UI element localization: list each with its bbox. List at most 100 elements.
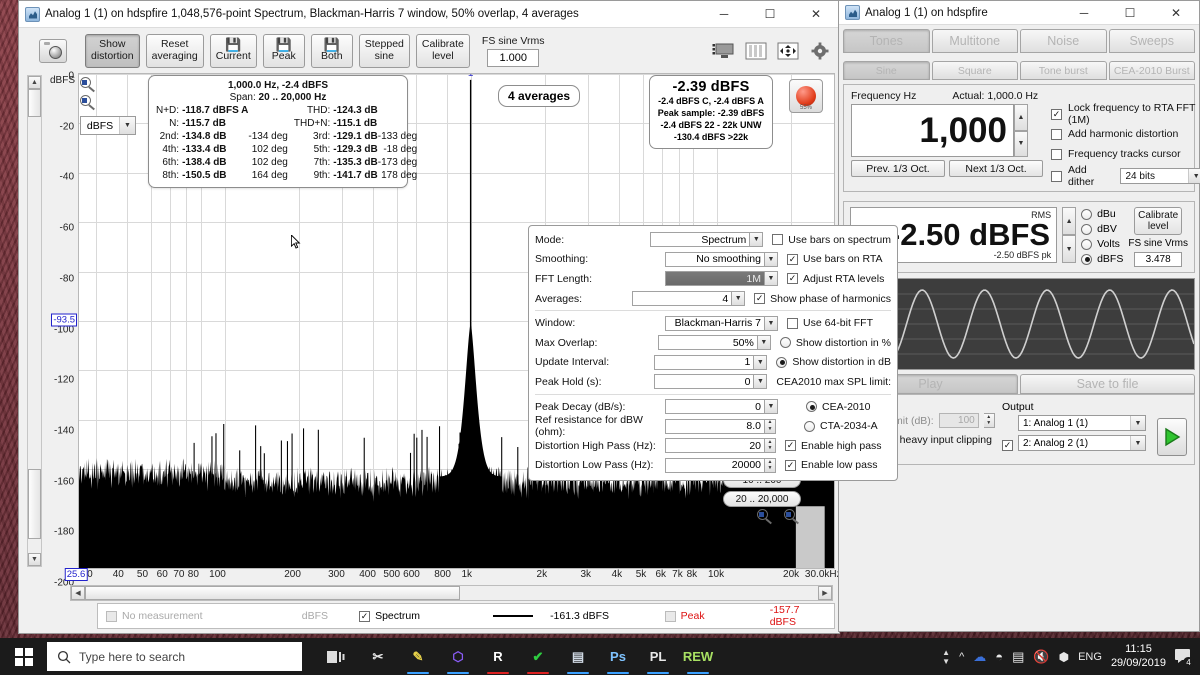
zoom-in-icon[interactable] [80,77,97,93]
spinner-distortion-low-pass-hz[interactable]: ▲ ▼ [765,457,776,473]
output-channel-2-select[interactable]: 2: Analog 2 (1) ▼ [1018,435,1146,451]
frequency-input[interactable]: 1,000 [851,104,1014,157]
checkbox-use-bars-on-rta[interactable]: ✓ [787,253,798,265]
vertical-scroll-track[interactable] [28,89,41,553]
add-dither-checkbox[interactable] [1051,170,1062,182]
chevron-down-icon[interactable]: ▼ [1130,436,1145,450]
subtab-square[interactable]: Square [931,61,1018,80]
setting-value-distortion-high-pass-hz[interactable]: 20 [665,438,765,454]
unit-radio-dbv[interactable] [1081,223,1093,235]
next-third-octave-button[interactable]: Next 1/3 Oct. [949,160,1043,177]
editor-icon[interactable]: ✎ [398,638,438,675]
volume-muted-icon[interactable]: 🔇 [1033,649,1049,665]
bluetooth-icon[interactable]: ⬢ [1059,650,1069,664]
display-icon[interactable] [711,39,737,63]
visual-studio-code-icon[interactable]: ⬡ [438,638,478,675]
bars-icon[interactable] [743,39,769,63]
generator-calibrate-level-button[interactable]: Calibrate level [1134,207,1183,235]
setting-value-max-overlap[interactable]: 50% [657,335,758,351]
x-zoom-out-icon[interactable] [784,509,801,525]
setting-value-averages[interactable]: 4 [632,291,733,307]
save-both-button[interactable]: 💾 Both [310,33,353,68]
subtab-tone-burst[interactable]: Tone burst [1020,61,1107,80]
save-peak-button[interactable]: 💾 Peak [262,33,305,68]
subtab-cea-2010-burst[interactable]: CEA-2010 Burst [1108,61,1195,80]
setting-value-peak-decay-db-s[interactable]: 0 [665,399,765,415]
checkbox-show-phase-of-harmonics[interactable]: ✓ [754,293,766,305]
rew-icon[interactable]: REW [678,638,718,675]
tab-sweeps[interactable]: Sweeps [1108,29,1195,53]
setting-value-distortion-low-pass-hz[interactable]: 20000 [665,457,765,473]
setting-value-mode[interactable]: Spectrum [650,232,751,248]
generator-maximize-button[interactable]: ☐ [1107,1,1153,24]
horizontal-scrollbar[interactable]: ◀ ▶ [70,585,833,601]
range-button-20-20000[interactable]: 20 .. 20,000 [723,491,801,507]
photoshop-icon[interactable]: Ps [598,638,638,675]
level-decrement-button[interactable]: ▼ [1062,235,1077,263]
tray-updown-icon[interactable]: ▲ ▼ [942,648,950,666]
setting-option-cta-2034-a[interactable]: CTA-2034-A [804,420,878,432]
search-input[interactable]: Type here to search [47,642,302,671]
spinner-distortion-high-pass-hz[interactable]: ▲ ▼ [765,438,776,454]
chevron-down-icon[interactable]: ▼ [765,399,778,415]
setting-value-update-interval[interactable]: 1 [654,354,755,370]
move-icon[interactable] [775,39,801,63]
setting-option-enable-low-pass[interactable]: ✓ Enable low pass [785,459,877,471]
add-harmonic-distortion-checkbox[interactable] [1051,128,1062,140]
setting-option-use-bars-on-rta[interactable]: ✓ Use bars on RTA [787,253,883,265]
setting-value-window[interactable]: Blackman-Harris 7 [665,315,765,331]
r-studio-icon[interactable]: R [478,638,518,675]
camera-icon[interactable] [39,38,67,63]
task-view-icon[interactable] [316,638,356,675]
setting-option-cea-2010[interactable]: CEA-2010 [806,401,870,413]
vertical-scroll-thumb-top[interactable] [28,89,41,117]
tab-tones[interactable]: Tones [843,29,930,53]
radio-cta-2034-a[interactable] [804,420,815,432]
unit-radio-dbu[interactable] [1081,208,1093,220]
setting-value-ref-resistance-for-dbw-ohm[interactable]: 8.0 [665,418,765,434]
scroll-left-arrow[interactable]: ◀ [71,586,85,600]
horizontal-scroll-thumb[interactable] [85,586,460,600]
output-channel-2-checkbox[interactable]: ✓ [1002,439,1013,451]
vertical-scroll-thumb[interactable] [28,469,41,539]
setting-option-enable-high-pass[interactable]: ✓ Enable high pass [785,440,882,452]
pl-icon[interactable]: PL [638,638,678,675]
setting-option-adjust-rta-levels[interactable]: ✓ Adjust RTA levels [787,273,884,285]
scroll-down-arrow[interactable]: ▼ [28,553,41,566]
chevron-down-icon[interactable]: ▼ [119,117,135,134]
radio-show-distortion-in[interactable] [779,337,791,349]
maximize-button[interactable]: ☐ [747,1,793,27]
chevron-down-icon[interactable]: ▼ [1130,416,1145,430]
onedrive-error-icon[interactable]: ☁ [973,649,986,665]
level-led-indicator[interactable]: 55% [789,79,823,113]
radio-cea-2010[interactable] [806,401,817,413]
wifi-icon[interactable]: ◓ [995,649,1003,664]
chevron-down-icon[interactable]: ▼ [732,291,746,307]
generator-fs-sine-value[interactable]: 3.478 [1134,252,1183,267]
tab-noise[interactable]: Noise [1020,29,1107,53]
spl-limit-value[interactable]: 100 [938,413,979,428]
chevron-down-icon[interactable]: ▼ [754,374,768,390]
output-channel-1-select[interactable]: 1: Analog 1 (1) ▼ [1018,415,1146,431]
setting-value-peak-hold-s[interactable]: 0 [654,374,755,390]
spl-limit-spinner[interactable]: ▲ ▼ [983,413,995,428]
chevron-down-icon[interactable]: ▼ [1188,169,1200,183]
dither-bits-select[interactable]: 24 bits ▼ [1120,168,1200,184]
generator-minimize-button[interactable]: ─ [1061,1,1107,24]
chevron-down-icon[interactable]: ▼ [757,335,771,351]
setting-option-show-distortion-in-db[interactable]: Show distortion in dB [776,356,891,368]
spectrum-checkbox[interactable]: ✓ [359,610,371,622]
scroll-up-arrow[interactable]: ▲ [28,76,41,89]
calibrate-level-button[interactable]: Calibrate level [415,33,470,68]
scanner-icon[interactable]: ▤ [558,638,598,675]
radio-show-distortion-in-db[interactable] [776,356,788,368]
unit-radio-volts[interactable] [1081,238,1093,250]
checkmark-app-icon[interactable]: ✔ [518,638,558,675]
x-zoom-in-icon[interactable] [757,509,774,525]
frequency-decrement-button[interactable]: ▼ [1014,130,1028,157]
y-unit-select[interactable]: dBFS ▼ [80,116,136,135]
vertical-scrollbar[interactable]: ▲ ▼ [27,75,42,567]
tab-save-to-file[interactable]: Save to file [1020,374,1195,394]
lock-frequency-checkbox[interactable]: ✓ [1051,108,1062,120]
setting-option-use-64-bit-fft[interactable]: Use 64-bit FFT [787,317,873,329]
